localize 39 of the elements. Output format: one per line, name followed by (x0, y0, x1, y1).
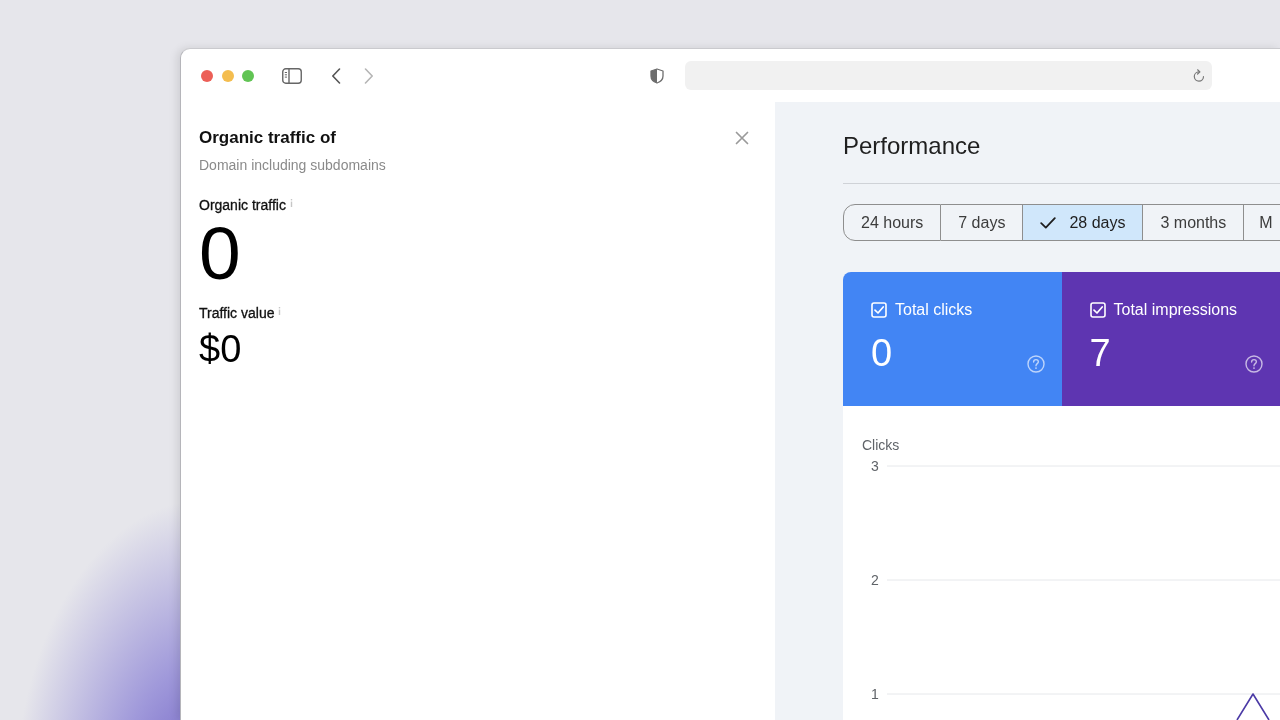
tick-label: 3 (871, 458, 879, 474)
range-button[interactable]: M (1244, 204, 1280, 241)
chart-line (1236, 693, 1270, 720)
tick-label: 1 (871, 686, 879, 702)
back-icon[interactable] (331, 67, 341, 84)
panel-subtitle: Domain including subdomains (199, 156, 386, 175)
card-value: 7 (1089, 334, 1111, 372)
performance-title: Performance (843, 131, 981, 161)
metric-value: $0 (199, 330, 242, 368)
shield-icon[interactable] (650, 67, 664, 84)
close-window-button[interactable] (201, 69, 213, 82)
metric-card[interactable]: Total clicks 0 (843, 272, 1062, 406)
info-icon[interactable] (278, 307, 282, 315)
check-icon (1040, 216, 1057, 229)
panel-title: Organic traffic of (199, 127, 337, 149)
range-button[interactable]: 3 months (1143, 204, 1245, 241)
checkbox-icon[interactable] (1089, 302, 1106, 318)
zoom-window-button[interactable] (242, 69, 254, 82)
metric-label: Organic traffic (199, 196, 286, 214)
close-icon[interactable] (735, 131, 749, 145)
metric-value: 0 (199, 216, 241, 291)
help-icon[interactable] (1026, 355, 1045, 373)
range-button[interactable]: 24 hours (843, 204, 942, 241)
checkbox-icon[interactable] (871, 302, 887, 318)
reload-icon[interactable] (1193, 69, 1205, 82)
range-button[interactable]: 28 days (1023, 204, 1144, 241)
metric-label: Traffic value (199, 304, 275, 322)
metric-card[interactable]: Total impressions 7 (1061, 272, 1280, 406)
axis-label: Clicks (862, 437, 900, 453)
card-label: Total impressions (1113, 302, 1238, 318)
sidebar-icon[interactable] (282, 67, 302, 84)
card-value: 0 (871, 334, 893, 372)
info-icon[interactable] (289, 199, 293, 207)
address-field[interactable] (685, 61, 1212, 90)
minimize-window-button[interactable] (221, 69, 234, 82)
help-icon[interactable] (1245, 355, 1263, 373)
tick-label: 2 (871, 572, 879, 588)
forward-icon[interactable] (364, 67, 374, 84)
card-label: Total clicks (895, 302, 973, 318)
